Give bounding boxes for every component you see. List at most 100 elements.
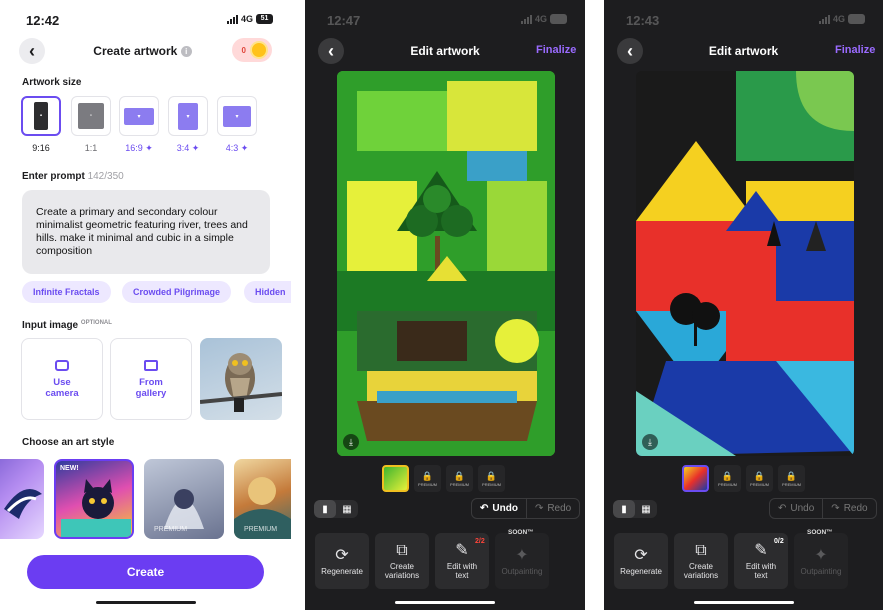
redo-label: Redo bbox=[843, 503, 868, 514]
landscape-shape-icon: ▾ bbox=[124, 107, 154, 125]
network-label: 4G bbox=[832, 14, 845, 24]
art-style-card[interactable]: PREMIUM bbox=[234, 459, 291, 539]
size-label-4-3: 4:3 ✦ bbox=[225, 143, 249, 153]
variation-thumbnails: 🔒 PREMIUM 🔒 PREMIUM 🔒 PREMIUM bbox=[682, 465, 805, 492]
input-image-thumbnail[interactable] bbox=[200, 338, 282, 420]
create-artwork-screen: 12:42 4G 51 ‹ Create artwork i 0 Artwork… bbox=[0, 0, 291, 610]
premium-tag: PREMIUM bbox=[750, 481, 769, 487]
grid-view-icon[interactable]: ▦ bbox=[635, 500, 657, 518]
suggestion-chip[interactable]: Infinite Fractals bbox=[22, 281, 111, 303]
size-option-4-3[interactable]: ▾ bbox=[217, 96, 257, 136]
signal-icon bbox=[520, 14, 532, 24]
lock-icon: 🔒 bbox=[721, 470, 734, 481]
premium-overlay: PREMIUM bbox=[244, 526, 278, 533]
network-label: 4G bbox=[240, 14, 253, 24]
landscape-43-shape-icon: ▾ bbox=[223, 105, 251, 127]
undo-icon: ↶ bbox=[480, 503, 489, 514]
regenerate-button[interactable]: ⟳ Regenerate bbox=[614, 533, 668, 589]
redo-label: Redo bbox=[547, 503, 572, 514]
size-option-16-9[interactable]: ▾ bbox=[119, 96, 159, 136]
status-bar: 4G bbox=[818, 14, 865, 24]
artwork-size-label: Artwork size bbox=[22, 77, 82, 88]
view-toggle: ▮ ▦ bbox=[314, 500, 358, 518]
credits-badge[interactable]: 0 bbox=[232, 38, 272, 62]
redo-button[interactable]: ↷ Redo bbox=[822, 499, 875, 518]
soon-badge: SOON™ bbox=[807, 529, 833, 536]
green-geometric-art bbox=[337, 71, 555, 456]
variation-thumb-selected[interactable] bbox=[382, 465, 409, 492]
artwork-image: ⤓ bbox=[337, 71, 555, 456]
variations-icon: ⧉ bbox=[396, 542, 408, 559]
size-option-3-4[interactable]: ▾ bbox=[168, 96, 208, 136]
outpainting-icon: ✦ bbox=[515, 546, 529, 564]
variation-thumbnails: 🔒 PREMIUM 🔒 PREMIUM 🔒 PREMIUM bbox=[382, 465, 505, 492]
prompt-input[interactable]: Create a primary and secondary colour mi… bbox=[22, 190, 270, 274]
premium-overlay: PREMIUM bbox=[154, 526, 188, 533]
use-camera-button[interactable]: Use camera bbox=[21, 338, 103, 420]
undo-button[interactable]: ↶ Undo bbox=[472, 499, 526, 518]
signal-icon bbox=[226, 14, 238, 24]
portrait-34-shape-icon: ▾ bbox=[178, 102, 198, 130]
save-icon[interactable]: ⤓ bbox=[642, 434, 658, 450]
variations-label: Create variations bbox=[384, 562, 420, 580]
finalize-button[interactable]: Finalize bbox=[536, 44, 576, 56]
edit-count-badge: 0/2 bbox=[774, 538, 784, 545]
variations-label: Create variations bbox=[683, 562, 719, 580]
gallery-icon bbox=[144, 359, 158, 371]
art-style-card-selected[interactable]: NEW! bbox=[54, 459, 134, 539]
prompt-label-text: Enter prompt bbox=[22, 171, 85, 182]
suggestion-chip[interactable]: Hidden bbox=[244, 281, 291, 303]
size-option-1-1[interactable]: ▫ bbox=[71, 96, 111, 136]
art-style-card[interactable] bbox=[0, 459, 44, 539]
create-variations-button[interactable]: ⧉ Create variations bbox=[375, 533, 429, 589]
size-label-3-4: 3:4 ✦ bbox=[176, 143, 200, 153]
outpainting-button[interactable]: ✦ Outpainting bbox=[495, 533, 549, 589]
new-badge: NEW! bbox=[60, 465, 79, 472]
suggestion-chip[interactable]: Crowded Pilgrimage bbox=[122, 281, 232, 303]
input-image-label-text: Input image bbox=[22, 320, 79, 331]
battery-icon bbox=[848, 14, 865, 24]
variation-thumb-locked[interactable]: 🔒 PREMIUM bbox=[714, 465, 741, 492]
status-time: 12:47 bbox=[327, 13, 361, 28]
finalize-button[interactable]: Finalize bbox=[835, 44, 875, 56]
edit-artwork-screen-colorful: 12:43 4G ‹ Edit artwork Finalize ⤓ 🔒 PRE… bbox=[604, 0, 883, 610]
from-gallery-label: From gallery bbox=[135, 376, 167, 399]
variation-thumb-selected[interactable] bbox=[682, 465, 709, 492]
variation-thumb-locked[interactable]: 🔒 PREMIUM bbox=[746, 465, 773, 492]
use-camera-label: Use camera bbox=[45, 376, 79, 399]
size-option-9-16[interactable]: ▪ bbox=[21, 96, 61, 136]
regenerate-label: Regenerate bbox=[321, 566, 363, 576]
regenerate-icon: ⟳ bbox=[634, 546, 648, 564]
variation-thumb-locked[interactable]: 🔒 PREMIUM bbox=[478, 465, 505, 492]
status-bar: 4G bbox=[520, 14, 567, 24]
single-view-icon[interactable]: ▮ bbox=[613, 500, 635, 518]
variation-thumb-locked[interactable]: 🔒 PREMIUM bbox=[778, 465, 805, 492]
variation-thumb-locked[interactable]: 🔒 PREMIUM bbox=[446, 465, 473, 492]
undo-redo-group: ↶ Undo ↷ Redo bbox=[769, 498, 877, 519]
undo-label: Undo bbox=[492, 503, 518, 514]
undo-button[interactable]: ↶ Undo bbox=[770, 499, 822, 518]
edit-count-badge: 2/2 bbox=[475, 538, 485, 545]
edit-artwork-screen-green: 12:47 4G ‹ Edit artwork Finalize ⤓ 🔒 PRE… bbox=[305, 0, 585, 610]
create-button[interactable]: Create bbox=[27, 555, 264, 589]
save-icon[interactable]: ⤓ bbox=[343, 434, 359, 450]
create-variations-button[interactable]: ⧉ Create variations bbox=[674, 533, 728, 589]
grid-view-icon[interactable]: ▦ bbox=[336, 500, 358, 518]
from-gallery-button[interactable]: From gallery bbox=[110, 338, 192, 420]
outpainting-label: Outpainting bbox=[501, 566, 543, 576]
redo-button[interactable]: ↷ Redo bbox=[525, 499, 579, 518]
variation-thumb-locked[interactable]: 🔒 PREMIUM bbox=[414, 465, 441, 492]
edit-text-icon: ✎ bbox=[754, 542, 768, 559]
page-title-text: Create artwork bbox=[93, 44, 178, 58]
art-style-card[interactable]: PREMIUM bbox=[144, 459, 224, 539]
single-view-icon[interactable]: ▮ bbox=[314, 500, 336, 518]
outpainting-button[interactable]: ✦ Outpainting bbox=[794, 533, 848, 589]
lock-icon: 🔒 bbox=[485, 470, 498, 481]
regenerate-button[interactable]: ⟳ Regenerate bbox=[315, 533, 369, 589]
premium-tag: PREMIUM bbox=[450, 481, 469, 487]
dolphin-art bbox=[4, 489, 42, 519]
info-icon[interactable]: i bbox=[180, 46, 192, 58]
regenerate-icon: ⟳ bbox=[335, 546, 349, 564]
premium-tag: PREMIUM bbox=[482, 481, 501, 487]
premium-tag: PREMIUM bbox=[782, 481, 801, 487]
